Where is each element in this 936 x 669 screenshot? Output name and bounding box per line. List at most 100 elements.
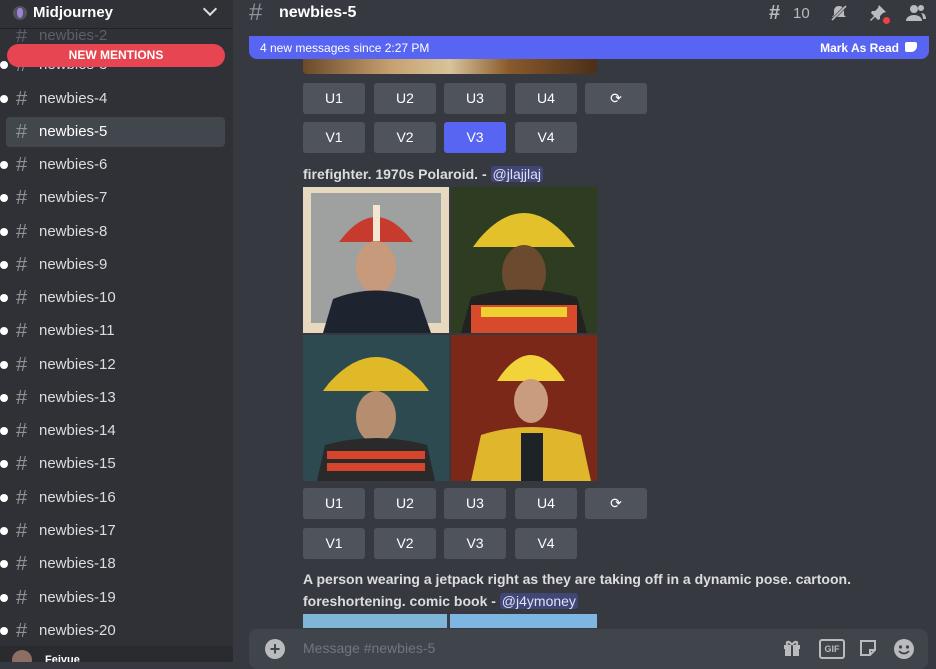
- member-list-icon[interactable]: [905, 3, 927, 25]
- reroll-button[interactable]: ⟳: [585, 488, 647, 519]
- channel-label: newbies-18: [39, 555, 116, 572]
- hash-icon: #: [16, 121, 28, 143]
- hash-icon: #: [16, 88, 28, 110]
- channel-label: newbies-17: [39, 522, 116, 539]
- channel-newbies-19[interactable]: # newbies-19: [0, 583, 225, 613]
- message-input[interactable]: Message #newbies-5: [303, 640, 435, 656]
- channel-newbies-11[interactable]: # newbies-11: [0, 316, 225, 346]
- next-image-grid[interactable]: [303, 614, 597, 628]
- channel-newbies-9[interactable]: # newbies-9: [0, 250, 225, 280]
- channel-label: newbies-11: [39, 322, 115, 339]
- v1-button[interactable]: V1: [303, 528, 365, 559]
- channel-label: newbies-15: [39, 455, 116, 472]
- unread-dot: [0, 361, 8, 369]
- server-header[interactable]: Midjourney: [0, 0, 233, 29]
- hash-icon: #: [16, 487, 28, 509]
- unread-dot: [0, 261, 8, 269]
- hash-icon: #: [16, 420, 28, 442]
- channel-newbies-18[interactable]: # newbies-18: [0, 549, 225, 579]
- v3-button[interactable]: V3: [444, 528, 506, 559]
- v3-button[interactable]: V3: [444, 122, 506, 153]
- pin-icon[interactable]: [867, 3, 890, 25]
- emoji-icon[interactable]: [893, 638, 915, 660]
- reroll-button[interactable]: ⟳: [585, 83, 647, 114]
- grid-image-4[interactable]: [451, 335, 597, 481]
- unread-dot: [0, 460, 8, 468]
- user-mention[interactable]: @j4ymoney: [499, 593, 578, 609]
- avatar[interactable]: [12, 650, 32, 662]
- channel-label: newbies-14: [39, 422, 116, 439]
- u1-button[interactable]: U1: [303, 83, 365, 114]
- channel-label: newbies-8: [39, 223, 108, 240]
- channel-sidebar: # newbies-2 # newbies-3 # newbies-4 # ne…: [0, 0, 233, 662]
- mark-as-read-button[interactable]: Mark As Read: [820, 41, 899, 55]
- u3-button[interactable]: U3: [444, 488, 506, 519]
- channel-newbies-8[interactable]: # newbies-8: [0, 217, 225, 247]
- channel-newbies-20[interactable]: # newbies-20: [0, 616, 225, 646]
- user-mention[interactable]: @jlajjlaj: [490, 166, 543, 182]
- hash-icon: #: [16, 221, 28, 243]
- channel-label: newbies-13: [39, 389, 116, 406]
- channel-newbies-6[interactable]: # newbies-6: [0, 150, 225, 180]
- hash-icon: #: [16, 187, 28, 209]
- u2-button[interactable]: U2: [374, 488, 436, 519]
- v2-button[interactable]: V2: [374, 528, 436, 559]
- u3-button[interactable]: U3: [444, 83, 506, 114]
- unread-dot: [0, 627, 8, 635]
- hash-icon: #: [16, 553, 28, 575]
- u1-button[interactable]: U1: [303, 488, 365, 519]
- channel-newbies-14[interactable]: # newbies-14: [0, 416, 225, 446]
- channel-newbies-12[interactable]: # newbies-12: [0, 350, 225, 380]
- hash-icon: #: [16, 254, 28, 276]
- channel-label: newbies-6: [39, 156, 108, 173]
- channel-newbies-10[interactable]: # newbies-10: [0, 283, 225, 313]
- unread-dot: [0, 95, 8, 103]
- channel-newbies-15[interactable]: # newbies-15: [0, 449, 225, 479]
- grid-image-1[interactable]: [303, 187, 449, 333]
- unread-dot: [0, 527, 8, 535]
- v1-button[interactable]: V1: [303, 122, 365, 153]
- channel-label: newbies-12: [39, 356, 116, 373]
- grid-image-2[interactable]: [451, 187, 597, 333]
- image-grid[interactable]: [303, 187, 597, 481]
- channel-newbies-7[interactable]: # newbies-7: [0, 183, 225, 213]
- channel-newbies-13[interactable]: # newbies-13: [0, 383, 225, 413]
- unread-dot: [0, 61, 8, 69]
- chevron-down-icon[interactable]: [202, 1, 218, 17]
- mark-read-icon: [905, 42, 917, 52]
- unread-dot: [0, 294, 8, 302]
- channel-newbies-5[interactable]: # newbies-5: [6, 117, 225, 147]
- unread-dot: [0, 327, 8, 335]
- hash-icon: #: [16, 620, 28, 642]
- add-attachment-icon[interactable]: +: [265, 639, 285, 659]
- gift-icon[interactable]: [781, 638, 803, 660]
- message-prompt: A person wearing a jetpack right as they…: [303, 568, 883, 612]
- u4-button[interactable]: U4: [515, 488, 577, 519]
- channel-label: newbies-19: [39, 589, 116, 606]
- unread-dot: [0, 161, 8, 169]
- threads-icon[interactable]: #: [769, 2, 780, 25]
- v4-button[interactable]: V4: [515, 528, 577, 559]
- new-mentions-pill[interactable]: NEW MENTIONS: [7, 44, 225, 67]
- hash-icon: #: [16, 354, 28, 376]
- grid-image-3[interactable]: [303, 335, 449, 481]
- v2-button[interactable]: V2: [374, 122, 436, 153]
- pin-alert-dot: [883, 17, 890, 24]
- server-name: Midjourney: [33, 4, 114, 21]
- new-messages-bar[interactable]: 4 new messages since 2:27 PM Mark As Rea…: [249, 36, 929, 59]
- u2-button[interactable]: U2: [374, 83, 436, 114]
- threads-count: 10: [793, 5, 810, 22]
- channel-label: newbies-10: [39, 289, 116, 306]
- channel-newbies-16[interactable]: # newbies-16: [0, 483, 225, 513]
- channel-newbies-17[interactable]: # newbies-17: [0, 516, 225, 546]
- new-messages-text: 4 new messages since 2:27 PM: [260, 41, 430, 55]
- sticker-icon[interactable]: [857, 638, 879, 660]
- unread-dot: [0, 494, 8, 502]
- channel-label: newbies-20: [39, 622, 116, 639]
- hash-icon: #: [16, 387, 28, 409]
- channel-newbies-4[interactable]: # newbies-4: [0, 84, 225, 114]
- gif-button[interactable]: GIF: [819, 639, 845, 659]
- v4-button[interactable]: V4: [515, 122, 577, 153]
- mute-bell-icon[interactable]: [828, 3, 850, 25]
- u4-button[interactable]: U4: [515, 83, 577, 114]
